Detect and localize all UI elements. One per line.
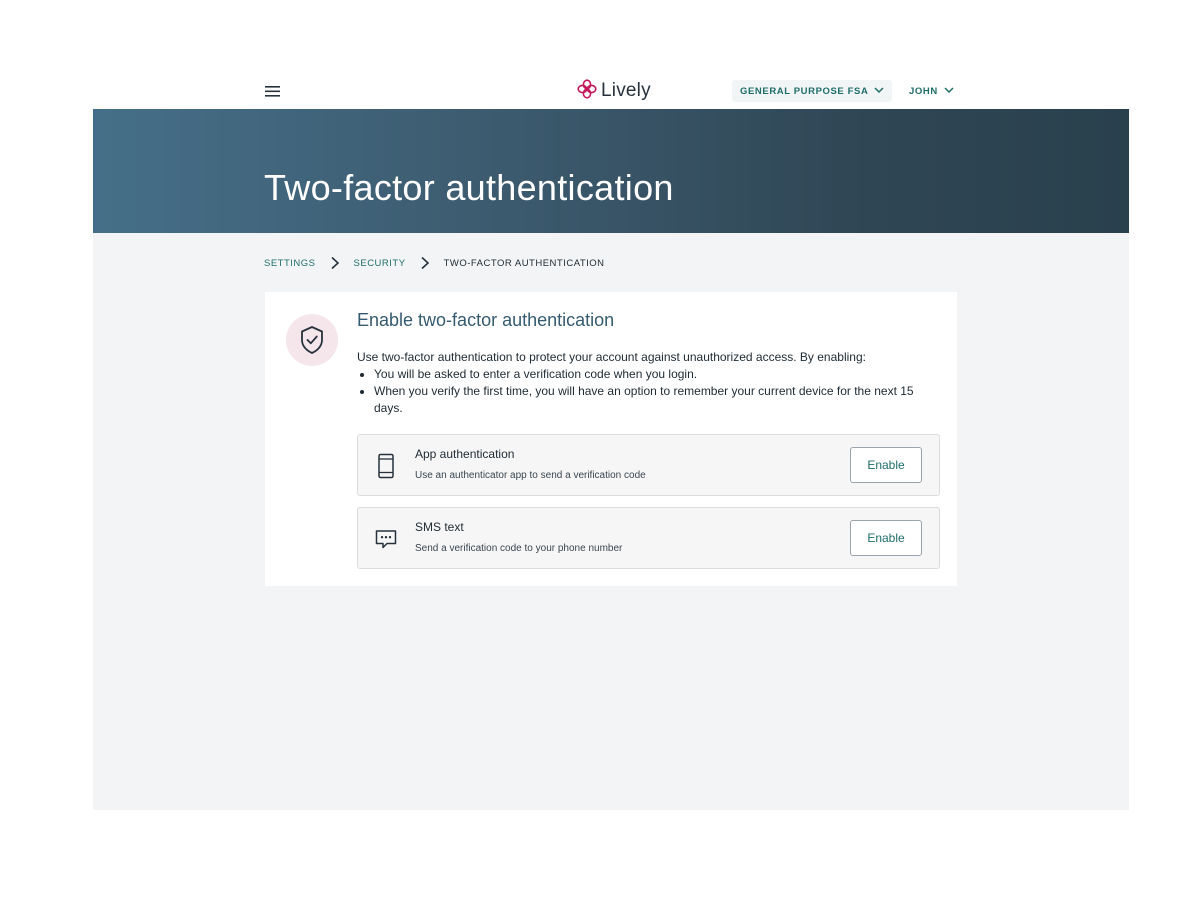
card-description: Use two-factor authentication to protect… xyxy=(357,349,937,417)
two-factor-card: Enable two-factor authentication Use two… xyxy=(265,292,957,586)
user-menu[interactable]: JOHN xyxy=(903,80,960,102)
hamburger-menu-icon[interactable] xyxy=(262,82,284,100)
lively-flower-icon xyxy=(576,78,598,105)
breadcrumb-security[interactable]: SECURITY xyxy=(354,258,406,269)
breadcrumb-settings[interactable]: SETTINGS xyxy=(264,258,316,269)
breadcrumb: SETTINGS SECURITY TWO-FACTOR AUTHENTICAT… xyxy=(264,255,605,271)
sms-text-option: SMS text Send a verification code to you… xyxy=(357,507,940,569)
chevron-right-icon xyxy=(330,256,340,270)
user-menu-label: JOHN xyxy=(909,85,938,97)
hero-banner: Two-factor authentication xyxy=(93,109,1129,233)
lively-logo[interactable]: Lively xyxy=(576,77,651,105)
benefit-list: You will be asked to enter a verificatio… xyxy=(357,366,937,417)
page-title: Two-factor authentication xyxy=(264,167,674,208)
chevron-right-icon xyxy=(420,256,430,270)
list-item: When you verify the first time, you will… xyxy=(374,383,937,417)
card-intro: Use two-factor authentication to protect… xyxy=(357,350,866,364)
shield-check-icon xyxy=(286,314,338,366)
method-description: Send a verification code to your phone n… xyxy=(415,543,623,554)
top-navigation: Lively GENERAL PURPOSE FSA JOHN xyxy=(0,70,1200,110)
enable-sms-text-button[interactable]: Enable xyxy=(850,520,922,556)
logo-text: Lively xyxy=(601,80,651,101)
enable-app-authentication-button[interactable]: Enable xyxy=(850,447,922,483)
account-selector-label: GENERAL PURPOSE FSA xyxy=(740,85,869,97)
card-title: Enable two-factor authentication xyxy=(357,310,615,330)
chevron-down-icon xyxy=(874,86,884,97)
method-description: Use an authenticator app to send a verif… xyxy=(415,470,646,481)
method-title: App authentication xyxy=(415,447,515,461)
chevron-down-icon xyxy=(944,86,954,97)
mobile-phone-icon xyxy=(374,453,398,479)
list-item: You will be asked to enter a verificatio… xyxy=(374,366,937,383)
chat-bubble-icon xyxy=(374,526,398,552)
method-title: SMS text xyxy=(415,520,464,534)
app-authentication-option: App authentication Use an authenticator … xyxy=(357,434,940,496)
breadcrumb-current: TWO-FACTOR AUTHENTICATION xyxy=(443,257,605,269)
account-selector[interactable]: GENERAL PURPOSE FSA xyxy=(732,80,893,102)
